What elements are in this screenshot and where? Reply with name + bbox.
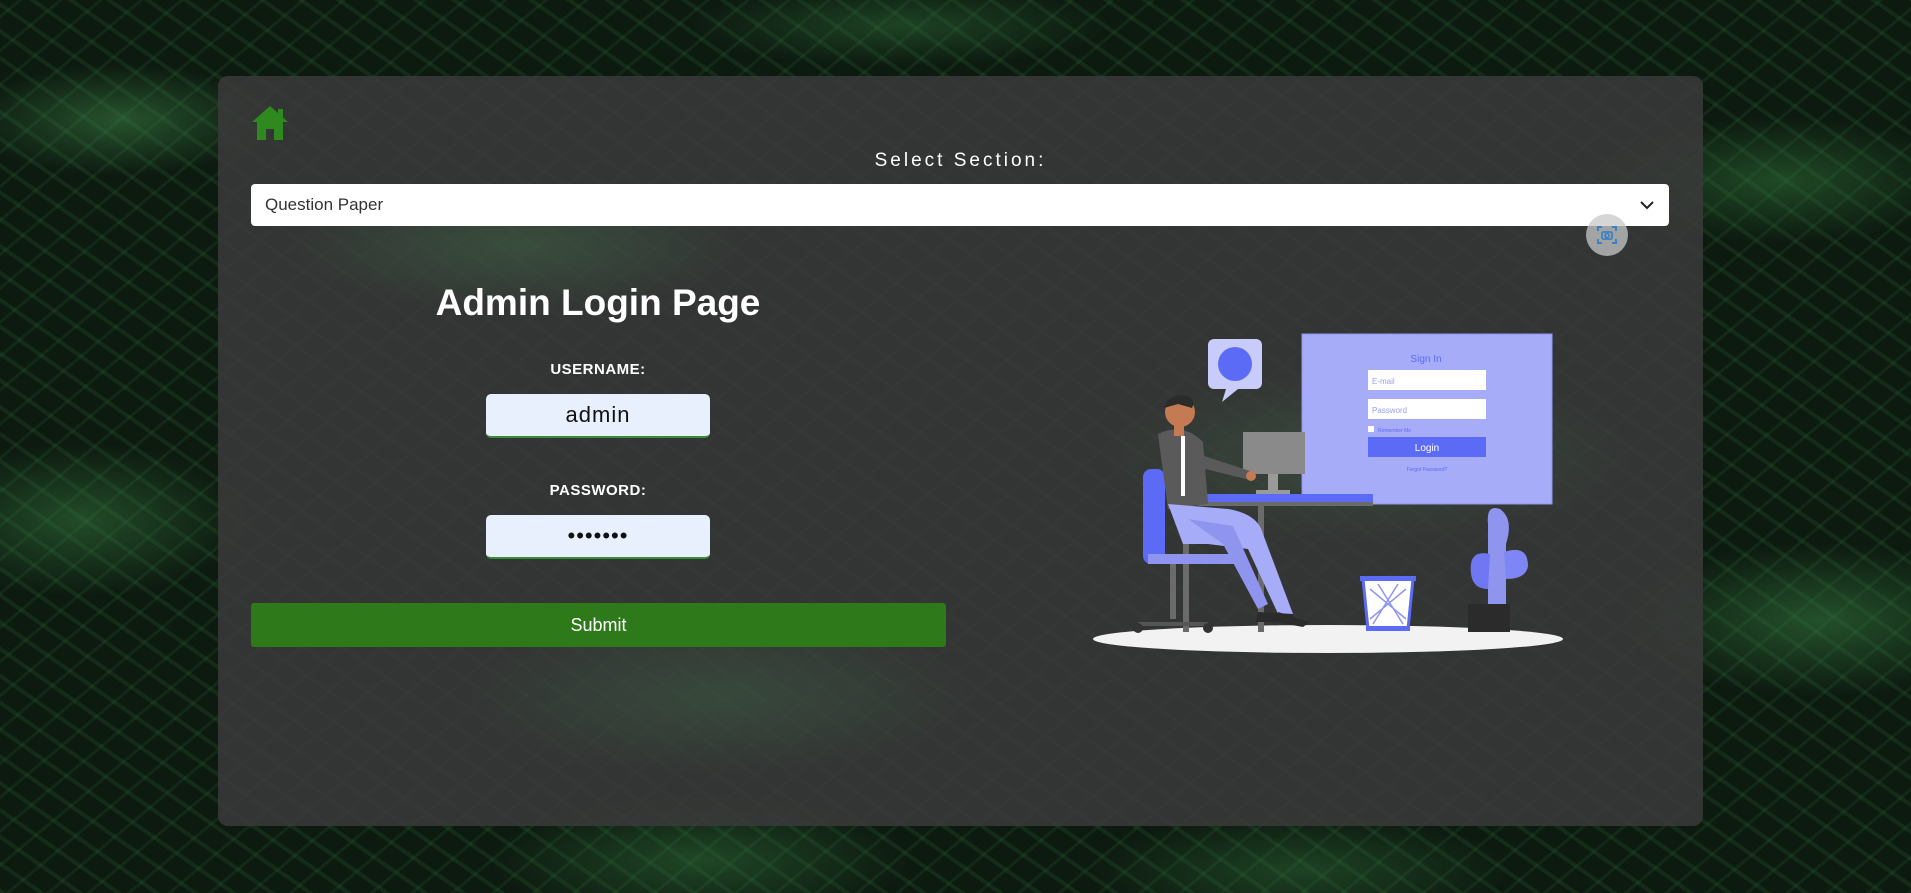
chevron-down-icon xyxy=(1640,201,1654,210)
camera-scan-button[interactable] xyxy=(1586,214,1628,256)
signin-password-placeholder: Password xyxy=(1372,406,1407,415)
username-label: USERNAME: xyxy=(550,361,646,378)
home-icon[interactable] xyxy=(250,104,290,142)
password-label: PASSWORD: xyxy=(549,482,647,499)
camera-scan-icon xyxy=(1597,226,1617,244)
page-title: Admin Login Page xyxy=(435,282,761,323)
speech-bubble-dot xyxy=(1218,347,1252,381)
login-panel: Select Section: Question Paper Admin Log… xyxy=(218,76,1703,826)
submit-button[interactable]: Submit xyxy=(251,603,946,647)
signin-remember-checkbox xyxy=(1368,426,1374,432)
signin-screen-title: Sign In xyxy=(1410,354,1441,365)
signin-email-placeholder: E-mail xyxy=(1372,377,1395,386)
signin-forgot-link: Forgot Password? xyxy=(1407,467,1448,473)
signin-remember-label: Remember Me xyxy=(1378,428,1411,434)
desk-top xyxy=(1183,494,1373,502)
chair-back xyxy=(1143,469,1165,564)
section-select[interactable]: Question Paper xyxy=(251,184,1669,226)
signin-login-button-label: Login xyxy=(1415,443,1439,454)
section-label: Select Section: xyxy=(874,150,1047,171)
monitor xyxy=(1243,432,1305,474)
login-illustration: Sign In E-mail Password Remember Me Logi… xyxy=(1093,333,1563,653)
password-input[interactable] xyxy=(486,515,710,559)
section-select-value: Question Paper xyxy=(265,195,384,214)
username-input[interactable] xyxy=(486,394,710,438)
plant-pot xyxy=(1468,604,1510,632)
